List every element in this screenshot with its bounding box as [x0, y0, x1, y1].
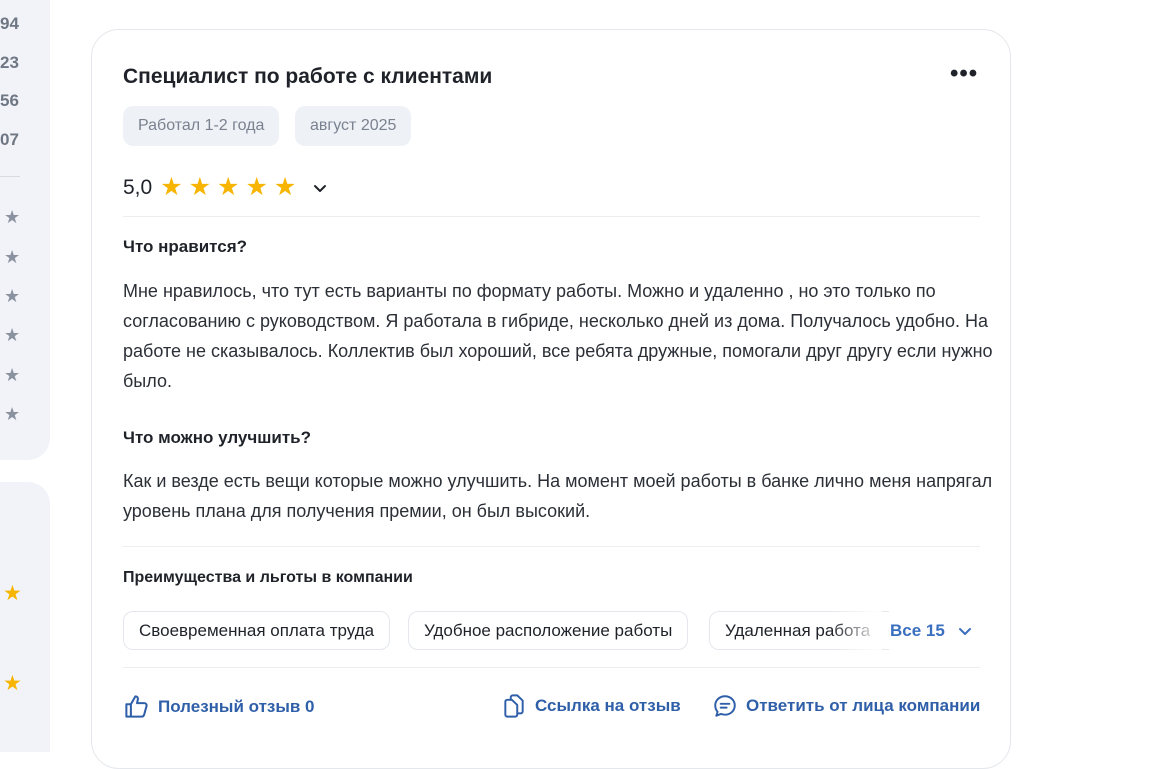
reply-as-company-label: Ответить от лица компании	[746, 696, 981, 715]
left-divider	[0, 176, 20, 177]
review-card: Специалист по работе с клиентами ••• Раб…	[91, 29, 1011, 769]
rating-row: 5,0 ★ ★ ★ ★ ★	[123, 175, 328, 200]
helpful-review-button[interactable]: Полезный отзыв 0	[123, 693, 315, 720]
improve-heading: Что можно улучшить?	[123, 428, 312, 447]
left-number: 56	[0, 91, 19, 110]
comment-icon	[714, 695, 736, 717]
benefits-heading: Преимущества и льготы в компании	[123, 569, 413, 586]
left-number: 94	[0, 14, 19, 33]
chevron-down-icon[interactable]	[312, 180, 328, 196]
star-icon: ★	[4, 207, 21, 227]
star-icon: ★	[188, 173, 212, 201]
review-link-label: Ссылка на отзыв	[535, 696, 681, 715]
all-benefits-label: Все 15	[890, 621, 945, 640]
review-title: Специалист по работе с клиентами	[123, 65, 493, 88]
left-info-panel	[0, 482, 50, 752]
star-icon: ★	[4, 404, 21, 424]
star-icon: ★	[245, 173, 268, 201]
review-link-button[interactable]: Ссылка на отзыв	[501, 693, 681, 719]
rating-value: 5,0	[123, 175, 153, 199]
star-icon: ★	[4, 325, 21, 345]
benefit-chip: Удобное расположение работы	[408, 611, 689, 650]
helpful-review-label: Полезный отзыв 0	[158, 696, 315, 716]
divider	[123, 667, 980, 668]
likes-text: Мне нравилось, что тут есть варианты по …	[123, 281, 993, 391]
copy-icon	[504, 694, 524, 718]
chevron-down-icon	[958, 628, 971, 635]
experience-tag: Работал 1-2 года	[123, 106, 280, 146]
divider	[123, 546, 980, 547]
star-icon: ★	[3, 672, 22, 695]
benefit-chip: Своевременная оплата труда	[123, 611, 391, 650]
improve-text: Как и везде есть вещи которые можно улуч…	[123, 471, 993, 521]
star-icon: ★	[4, 286, 21, 306]
benefit-fade	[832, 611, 882, 650]
reply-as-company-button[interactable]: Ответить от лица компании	[712, 693, 980, 719]
more-options-icon[interactable]: •••	[950, 60, 978, 88]
date-tag: август 2025	[295, 106, 412, 146]
star-icon: ★	[160, 173, 183, 201]
star-icon: ★	[217, 173, 240, 201]
left-number: 07	[0, 130, 19, 149]
star-icon: ★	[4, 365, 21, 385]
left-number: 23	[0, 53, 19, 72]
star-icon: ★	[4, 247, 21, 267]
all-benefits-button[interactable]: Все 15	[890, 621, 973, 641]
star-icon: ★	[3, 582, 22, 605]
likes-heading: Что нравится?	[123, 237, 248, 256]
star-icon: ★	[273, 173, 297, 201]
divider	[123, 216, 980, 217]
thumbs-up-icon	[125, 695, 148, 718]
